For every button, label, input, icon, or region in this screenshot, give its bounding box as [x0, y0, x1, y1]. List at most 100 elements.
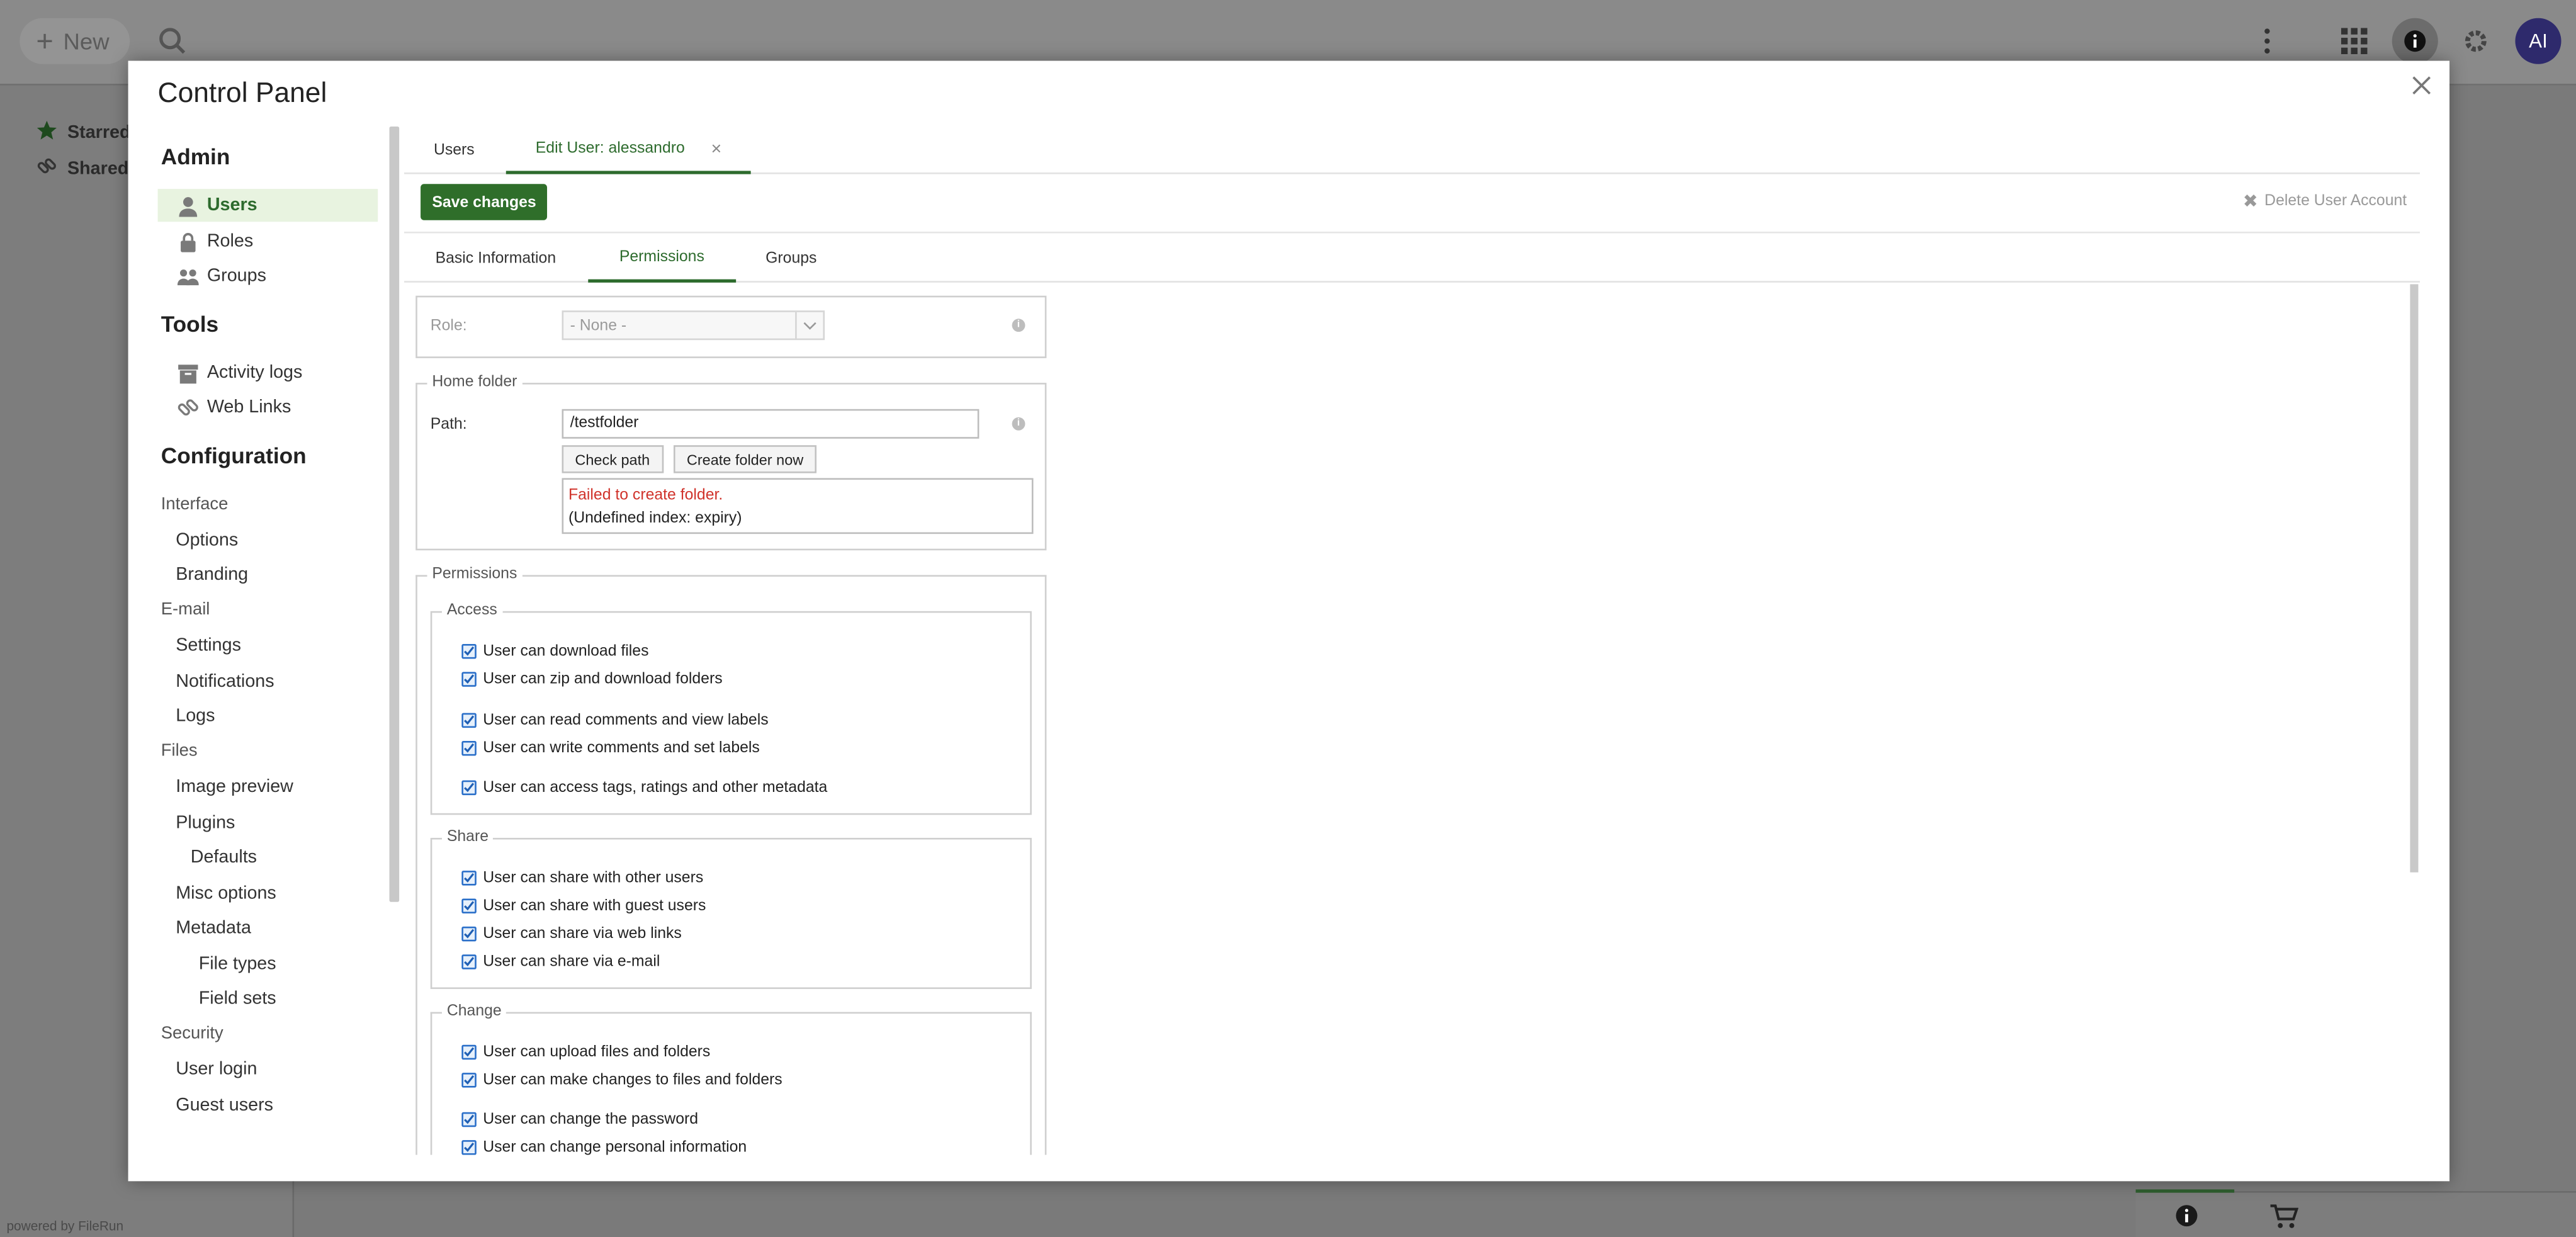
checkbox-checked[interactable]	[461, 1139, 477, 1155]
link-icon	[36, 156, 57, 183]
link-icon	[178, 397, 199, 418]
nav-item-plugins[interactable]: Plugins	[176, 806, 235, 839]
checkbox-checked[interactable]	[461, 643, 477, 658]
permissions-form: Role: - None - i Home folder Path: /test…	[404, 284, 2412, 1155]
access-checkbox-row[interactable]: User can write comments and set labels	[461, 736, 760, 759]
checkbox-label: User can read comments and view labels	[483, 710, 769, 729]
nav-item-groups[interactable]: Groups	[177, 259, 266, 292]
checkbox-checked[interactable]	[461, 1044, 477, 1059]
access-checkbox-row[interactable]: User can zip and download folders	[461, 667, 723, 691]
tab-basic-information[interactable]: Basic Information	[404, 234, 587, 283]
more-vert-icon[interactable]	[2249, 23, 2285, 59]
info-icon[interactable]	[2175, 1204, 2198, 1236]
change-checkbox-row[interactable]: User can change the password	[461, 1107, 698, 1131]
close-tab-icon[interactable]: ×	[711, 139, 722, 159]
star-icon	[36, 120, 57, 147]
powered-by[interactable]: powered by FileRun	[6, 1219, 123, 1233]
checkbox-checked[interactable]	[461, 1071, 477, 1087]
info-icon[interactable]: i	[1012, 417, 1025, 431]
nav-item-label: Users	[206, 195, 257, 215]
cart-icon[interactable]	[2269, 1204, 2299, 1237]
nav-item-web-links[interactable]: Web Links	[178, 391, 291, 424]
checkbox-checked[interactable]	[461, 869, 477, 885]
change-checkbox-row[interactable]: User can upload files and folders	[461, 1040, 710, 1063]
nav-group-interface[interactable]: Interface	[161, 495, 229, 514]
checkbox-checked[interactable]	[461, 779, 477, 794]
nav-item-defaults[interactable]: Defaults	[191, 841, 257, 874]
info-icon[interactable]	[2392, 18, 2438, 64]
checkbox-checked[interactable]	[461, 925, 477, 941]
nav-heading-tools: Tools	[161, 312, 219, 337]
nav-group-email[interactable]: E-mail	[161, 600, 210, 619]
bottom-toolbar	[2135, 1189, 2576, 1237]
sidebar-item-label: Starred	[67, 123, 131, 144]
change-checkbox-row[interactable]: User can change personal information	[461, 1135, 747, 1155]
nav-item-users[interactable]: Users	[157, 189, 378, 222]
sidebar-item-shared[interactable]: Shared l	[36, 156, 138, 183]
avatar[interactable]: AI	[2515, 18, 2562, 64]
nav-item-field-sets[interactable]: Field sets	[199, 983, 276, 1015]
sidebar-item-starred[interactable]: Starred	[36, 120, 131, 147]
checkbox-checked[interactable]	[461, 671, 477, 686]
checkbox-checked[interactable]	[461, 898, 477, 913]
tab-permissions[interactable]: Permissions	[588, 234, 736, 283]
new-button[interactable]: + New	[20, 18, 129, 64]
check-path-button[interactable]: Check path	[562, 445, 664, 473]
path-input[interactable]: /testfolder	[562, 409, 980, 439]
nav-item-metadata[interactable]: Metadata	[176, 912, 251, 944]
delete-user-button[interactable]: ✖ Delete User Account	[2243, 191, 2407, 212]
checkbox-checked[interactable]	[461, 712, 477, 727]
change-checkbox-row[interactable]: User can make changes to files and folde…	[461, 1068, 782, 1091]
tab-users[interactable]: Users	[404, 127, 504, 174]
nav-item-user-login[interactable]: User login	[176, 1053, 257, 1086]
nav-item-roles[interactable]: Roles	[178, 225, 253, 258]
share-checkbox-row[interactable]: User can share with other users	[461, 866, 703, 889]
create-folder-button[interactable]: Create folder now	[673, 445, 817, 473]
top-tabs: Users Edit User: alessandro ×	[404, 127, 2421, 174]
delete-icon: ✖	[2242, 192, 2258, 212]
path-label: Path:	[430, 415, 467, 434]
nav-scrollbar[interactable]	[389, 126, 400, 902]
checkbox-checked[interactable]	[461, 1111, 477, 1126]
nav-item-file-types[interactable]: File types	[199, 948, 276, 981]
access-checkbox-row[interactable]: User can access tags, ratings and other …	[461, 776, 827, 799]
share-checkbox-row[interactable]: User can share via e-mail	[461, 949, 660, 973]
control-panel-modal: Control Panel Admin Users Roles Groups T…	[128, 60, 2450, 1182]
share-fieldset: Share User can share with other users Us…	[430, 828, 1032, 990]
form-scrollbar[interactable]	[2410, 284, 2419, 873]
tab-edit-user[interactable]: Edit User: alessandro ×	[506, 127, 752, 174]
nav-item-image-preview[interactable]: Image preview	[176, 771, 293, 803]
nav-item-branding[interactable]: Branding	[176, 558, 248, 591]
access-checkbox-row[interactable]: User can download files	[461, 639, 648, 662]
search-icon[interactable]	[154, 23, 190, 59]
nav-item-label: Roles	[206, 231, 254, 252]
nav-heading-configuration: Configuration	[161, 443, 307, 468]
nav-group-security[interactable]: Security	[161, 1024, 223, 1043]
checkbox-label: User can upload files and folders	[483, 1042, 711, 1061]
nav-item-guest-users[interactable]: Guest users	[176, 1089, 273, 1122]
nav-item-activity-logs[interactable]: Activity logs	[178, 356, 302, 389]
nav-item-options[interactable]: Options	[176, 524, 238, 556]
nav-item-settings[interactable]: Settings	[176, 630, 241, 662]
share-checkbox-row[interactable]: User can share via web links	[461, 922, 682, 945]
checkbox-checked[interactable]	[461, 740, 477, 755]
control-panel-nav: Admin Users Roles Groups Tools Activity …	[157, 133, 381, 1148]
close-icon[interactable]	[2407, 71, 2436, 100]
apps-grid-icon[interactable]	[2336, 23, 2372, 59]
nav-item-logs[interactable]: Logs	[176, 700, 215, 733]
role-select[interactable]: - None -	[562, 310, 825, 341]
permissions-fieldset: Permissions Access User can download fil…	[415, 565, 1047, 1155]
access-checkbox-row[interactable]: User can read comments and view labels	[461, 708, 769, 731]
tab-groups[interactable]: Groups	[735, 234, 848, 283]
checkbox-checked[interactable]	[461, 953, 477, 969]
save-button[interactable]: Save changes	[421, 184, 548, 220]
role-fieldset: Role: - None - i	[415, 295, 1047, 358]
nav-item-notifications[interactable]: Notifications	[176, 665, 274, 698]
gear-icon[interactable]	[2458, 23, 2494, 59]
info-icon[interactable]: i	[1012, 319, 1025, 332]
delete-user-label: Delete User Account	[2264, 192, 2407, 211]
checkbox-label: User can download files	[483, 641, 649, 660]
nav-group-files[interactable]: Files	[161, 741, 198, 760]
nav-item-misc-options[interactable]: Misc options	[176, 878, 276, 910]
share-checkbox-row[interactable]: User can share with guest users	[461, 894, 706, 917]
